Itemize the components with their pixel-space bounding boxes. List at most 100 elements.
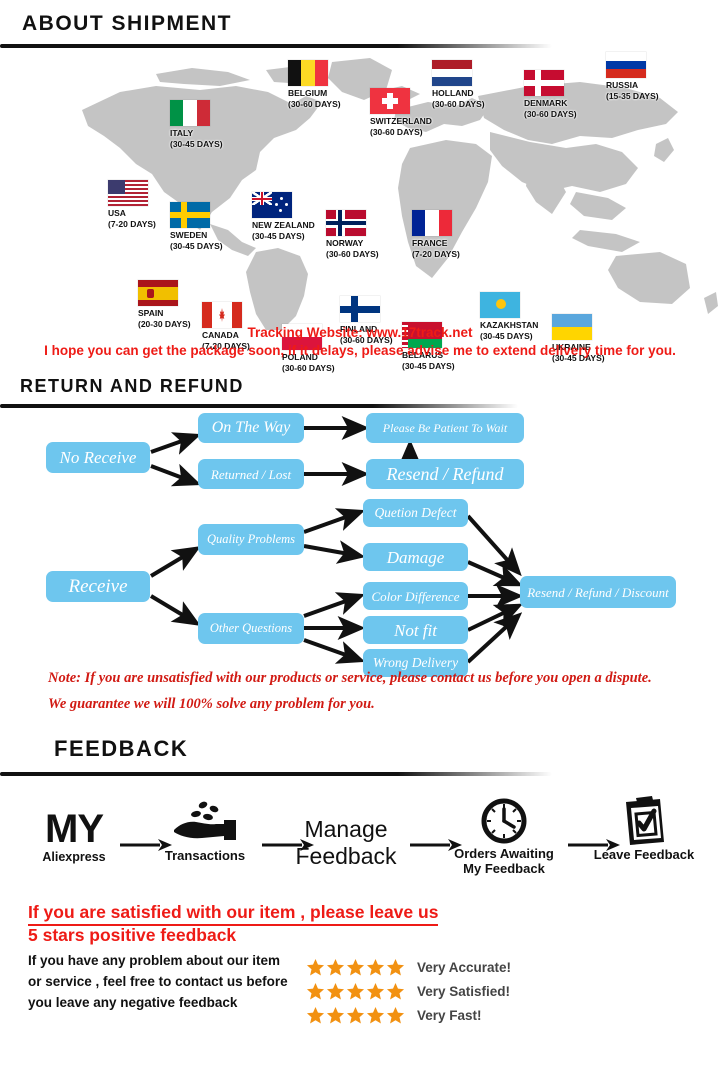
star-icon [386, 1006, 405, 1023]
norway-flag [326, 210, 366, 236]
flow-node-resend-refund[interactable]: Resend / Refund [366, 459, 524, 489]
holland-flag [432, 60, 472, 86]
feedback-red-line-2: 5 stars positive feedback [28, 925, 237, 945]
feedback-steps-row: MY Aliexpress Transactions Manage Feedba… [0, 790, 720, 900]
star-icon [306, 1006, 325, 1023]
russia-flag [606, 52, 646, 78]
node-label: Resend / Refund / Discount [527, 584, 669, 600]
spain-flag [138, 280, 178, 306]
page-root: ABOUT SHIPMENT ITALY (30-45 DAYS) BELGIU… [0, 0, 720, 1080]
star-icon [386, 958, 405, 975]
rating-label: Very Satisfied! [417, 983, 511, 999]
node-label: On The Way [211, 419, 291, 436]
node-label: Other Questions [209, 621, 293, 636]
step-label: Transactions [164, 848, 246, 863]
feedback-step-my-aliexpress[interactable]: MY Aliexpress [28, 808, 120, 864]
flow-node-quetion-defect[interactable]: Quetion Defect [363, 499, 468, 527]
hand-coins-icon [174, 801, 236, 840]
rating-row: Very Fast! [306, 1003, 511, 1027]
star-icon [326, 982, 345, 999]
rating-label: Very Accurate! [417, 959, 512, 975]
ratings-list: Very Accurate! Very Satisfied! Very Fast… [306, 955, 511, 1027]
map-country-russia: RUSSIA (15-35 DAYS) [606, 52, 720, 102]
newzealand-flag [252, 192, 292, 218]
divider-feedback [0, 772, 552, 776]
flow-node-returned-lost[interactable]: Returned / Lost [198, 459, 304, 489]
feedback-step-orders-awaiting[interactable]: Orders Awaiting My Feedback [442, 798, 566, 876]
flow-node-other-questions[interactable]: Other Questions [198, 613, 304, 644]
step-label: Leave Feedback [593, 847, 695, 862]
tracking-hope-line: I hope you can get the package soon, if … [44, 343, 676, 358]
denmark-flag [524, 70, 564, 96]
flow-node-not-fit[interactable]: Not fit [363, 616, 468, 644]
star-icon [386, 982, 405, 999]
map-country-italy: ITALY (30-45 DAYS) [170, 100, 290, 150]
note-line-1: Note: If you are unsatisfied with our pr… [48, 670, 652, 686]
feedback-step-leave-feedback[interactable]: Leave Feedback [586, 796, 702, 863]
star-icon [326, 958, 345, 975]
star-icon [366, 958, 385, 975]
feedback-body-text: If you have any problem about our item o… [28, 953, 288, 1010]
star-icon [346, 1006, 365, 1023]
step-label: Orders Awaiting My Feedback [454, 846, 554, 876]
world-map-shipping: ITALY (30-45 DAYS) BELGIUM (30-60 DAYS) … [60, 52, 720, 373]
node-label: Returned / Lost [210, 466, 292, 482]
star-icon [306, 958, 325, 975]
flow-node-no-receive[interactable]: No Receive [46, 442, 150, 473]
star-icon [366, 1006, 385, 1023]
node-label: Wrong Delivery [372, 655, 459, 671]
feedback-red-line-1: If you are satisfied with our item , ple… [28, 902, 439, 926]
rating-row: Very Satisfied! [306, 979, 511, 1003]
flow-node-damage[interactable]: Damage [363, 543, 468, 571]
divider-shipment [0, 44, 552, 48]
country-days: (30-45 DAYS) [170, 139, 223, 149]
flow-node-resend-refund-discount[interactable]: Resend / Refund / Discount [520, 576, 676, 608]
sweden-flag [170, 202, 210, 228]
map-country-france: FRANCE (7-20 DAYS) [412, 210, 532, 260]
feedback-step-manage-feedback[interactable]: Manage Feedback [286, 816, 406, 870]
return-refund-flowchart: No Receive On The Way Returned / Lost Pl… [0, 404, 720, 677]
node-label: Not fit [394, 620, 437, 640]
rating-row: Very Accurate! [306, 955, 511, 979]
star-icon [346, 958, 365, 975]
step-label: Aliexpress [42, 850, 106, 864]
kazakhstan-flag [480, 292, 520, 318]
flow-node-on-the-way[interactable]: On The Way [198, 413, 304, 443]
country-name: SWITZERLAND [370, 116, 432, 126]
star-rating-5 [306, 958, 405, 977]
country-name: FRANCE [412, 238, 448, 248]
page-title-shipment: ABOUT SHIPMENT [22, 12, 232, 35]
flow-node-receive[interactable]: Receive [46, 571, 150, 602]
feedback-step-transactions[interactable]: Transactions [150, 800, 260, 864]
page-title-feedback: FEEDBACK [54, 736, 189, 761]
flow-node-please-be-patient[interactable]: Please Be Patient To Wait [366, 413, 524, 443]
step-label: Manage Feedback [295, 816, 397, 869]
star-icon [326, 1006, 345, 1023]
belgium-flag [288, 60, 328, 86]
node-label: No Receive [59, 448, 137, 467]
country-days: (30-60 DAYS) [370, 127, 423, 137]
node-label: Quality Problems [206, 532, 296, 547]
note-line-2: We guarantee we will 100% solve any prob… [48, 696, 375, 712]
tracking-website-line: Tracking Website: www.17track.net [247, 325, 473, 340]
country-days: (30-45 DAYS) [170, 241, 223, 251]
rating-label: Very Fast! [417, 1007, 482, 1023]
switzerland-flag [370, 88, 410, 114]
page-title-return: RETURN AND REFUND [20, 376, 244, 396]
country-days: (30-60 DAYS) [524, 109, 577, 119]
node-label: Color Difference [371, 588, 460, 604]
clock-icon [481, 798, 527, 844]
italy-flag [170, 100, 210, 126]
node-label: Damage [386, 547, 445, 567]
star-rating-5 [306, 982, 405, 1001]
country-name: RUSSIA [606, 80, 639, 90]
node-label: Please Be Patient To Wait [382, 421, 508, 435]
node-label: Resend / Refund [386, 464, 504, 484]
star-icon [306, 982, 325, 999]
flow-node-quality-problems[interactable]: Quality Problems [198, 524, 304, 555]
finland-flag [340, 296, 380, 322]
star-icon [366, 982, 385, 999]
flow-node-color-difference[interactable]: Color Difference [363, 582, 468, 610]
node-label: Receive [68, 576, 128, 597]
country-name: ITALY [170, 128, 194, 138]
